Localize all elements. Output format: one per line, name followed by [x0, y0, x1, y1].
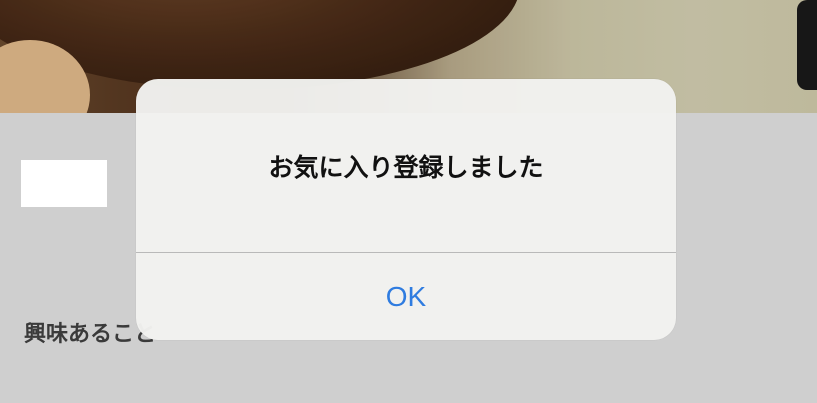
placeholder-block [21, 160, 107, 207]
alert-dialog: お気に入り登録しました OK [136, 79, 676, 340]
alert-message: お気に入り登録しました [268, 152, 544, 182]
ok-button[interactable]: OK [136, 253, 676, 340]
